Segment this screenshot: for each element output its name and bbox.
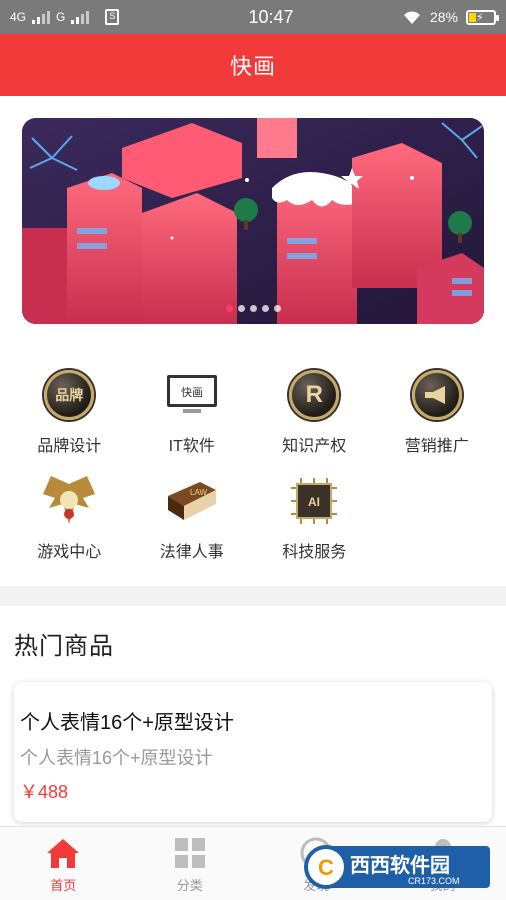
nav-category[interactable]: 分类	[127, 827, 254, 900]
category-label: 游戏中心	[37, 544, 102, 561]
category-item[interactable]: R 知识产权	[253, 366, 376, 456]
category-item[interactable]: 营销推广	[376, 366, 499, 456]
section-title: 热门商品	[14, 633, 114, 660]
nav-label: 首页	[50, 878, 77, 893]
status-bar: 4G G S 10:47 28% ⚡	[0, 0, 506, 34]
category-item[interactable]: LAW 法律人事	[131, 472, 254, 562]
carousel-dot[interactable]	[273, 305, 281, 312]
page-title: 快画	[229, 54, 276, 79]
ai-chip-icon: AI	[285, 472, 343, 530]
carousel-dot[interactable]	[261, 305, 269, 312]
law-book-icon: LAW	[163, 472, 221, 530]
clock: 10:47	[248, 6, 294, 27]
product-card[interactable]: 个人表情16个+原型设计 个人表情16个+原型设计 ￥488	[14, 682, 492, 822]
carousel-dot[interactable]	[237, 305, 245, 312]
product-price: ￥488	[20, 782, 69, 802]
svg-text:LAW: LAW	[190, 488, 207, 497]
product-title: 个人表情16个+原型设计	[20, 712, 234, 734]
banner-carousel[interactable]	[22, 118, 484, 324]
sim-card-icon: S	[105, 9, 120, 25]
category-item[interactable]: 品牌 品牌设计	[8, 366, 131, 456]
category-item[interactable]: 游戏中心	[8, 472, 131, 562]
hot-products-section: 热门商品 个人表情16个+原型设计 个人表情16个+原型设计 ￥488	[0, 606, 506, 826]
svg-text:AI: AI	[308, 495, 320, 509]
carousel-dot[interactable]	[249, 305, 257, 312]
svg-text:快画: 快画	[181, 386, 203, 399]
product-subtitle: 个人表情16个+原型设计	[20, 748, 213, 768]
category-label: 知识产权	[282, 438, 347, 455]
r-medal-icon: R	[285, 366, 343, 424]
category-label: 品牌设计	[37, 438, 102, 455]
home-top-section: 品牌品牌设计 快画 IT软件 R 知识产权 营销推广游戏中心 LAW 法律人事 AI 科技服务	[0, 96, 506, 586]
app-header: 快画	[0, 34, 506, 96]
network-type-1: 4G	[10, 10, 27, 24]
category-item[interactable]: AI 科技服务	[253, 472, 376, 562]
svg-text:CR173.COM: CR173.COM	[408, 876, 460, 886]
network-type-2: G	[56, 10, 66, 24]
signal-icon	[32, 10, 51, 24]
nav-home[interactable]: 首页	[0, 827, 127, 900]
home-icon	[45, 835, 81, 871]
watermark-logo: C 西西软件园 CR173.COM	[300, 838, 492, 892]
wifi-icon	[403, 11, 420, 24]
eagle-emblem-icon	[40, 472, 98, 530]
nav-label: 分类	[176, 878, 203, 893]
grid-icon	[172, 835, 208, 871]
category-item[interactable]: 快画 IT软件	[131, 366, 254, 456]
carousel-indicators[interactable]	[22, 305, 484, 312]
megaphone-icon	[408, 366, 466, 424]
banner-image	[22, 118, 484, 324]
category-label: 营销推广	[404, 438, 469, 455]
category-grid: 品牌品牌设计 快画 IT软件 R 知识产权 营销推广游戏中心 LAW 法律人事 AI 科技服务	[8, 366, 498, 562]
category-label: 科技服务	[282, 544, 347, 561]
svg-text:C: C	[318, 855, 334, 880]
carousel-dot[interactable]	[225, 305, 233, 312]
category-label: IT软件	[168, 438, 215, 455]
battery-percent: 28%	[429, 9, 458, 25]
monitor-icon: 快画	[163, 366, 221, 424]
brand-medal-icon: 品牌	[40, 366, 98, 424]
battery-icon: ⚡	[466, 9, 499, 25]
category-label: 法律人事	[159, 544, 224, 561]
svg-text:西西软件园: 西西软件园	[350, 853, 450, 877]
signal-icon-2	[71, 10, 90, 24]
